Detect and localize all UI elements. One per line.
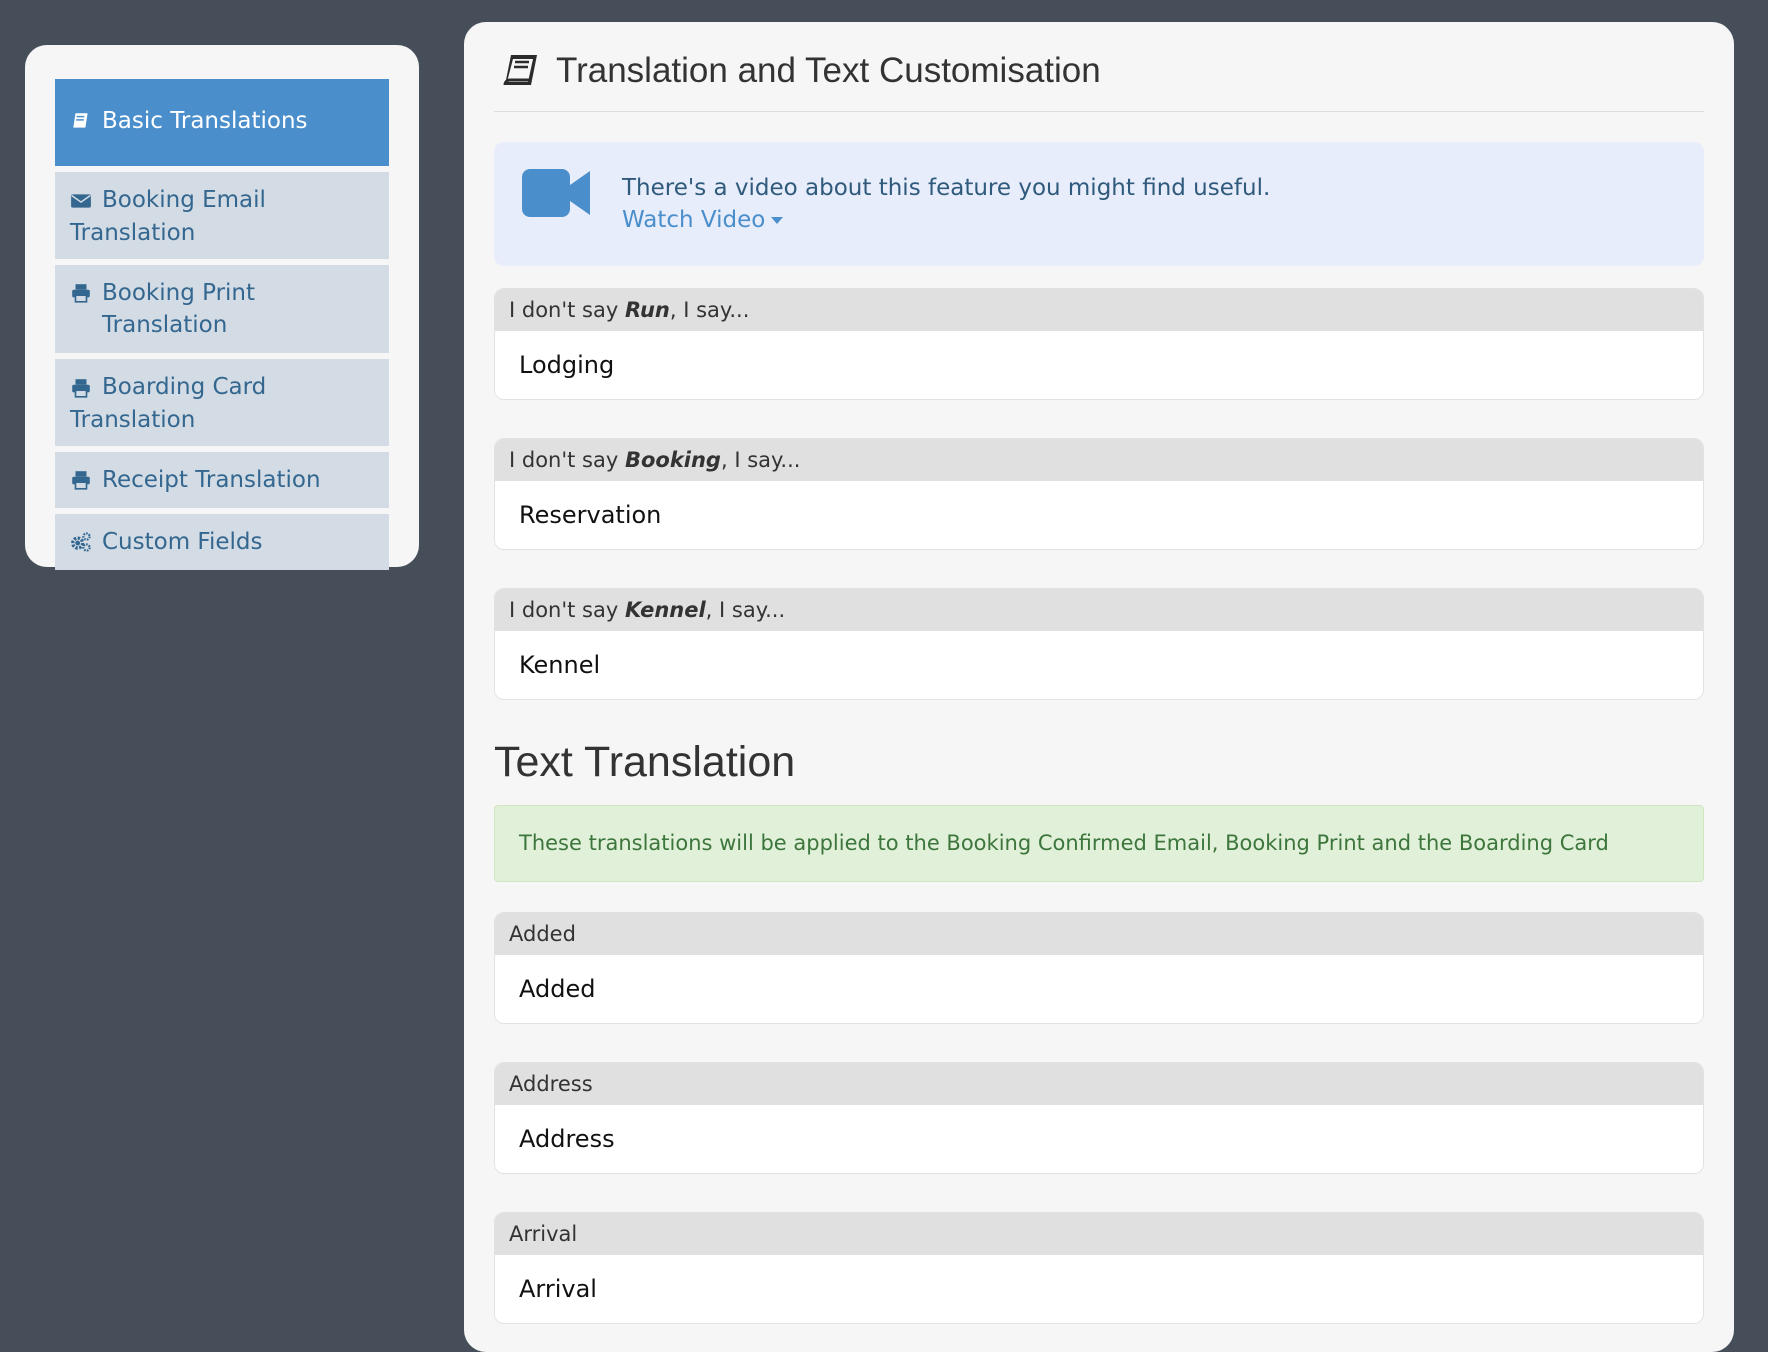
info-notice: These translations will be applied to th… — [494, 805, 1704, 882]
run-translation-input[interactable] — [495, 331, 1703, 399]
address-input[interactable] — [495, 1105, 1703, 1173]
watch-video-link[interactable]: Watch Video — [622, 204, 784, 236]
sidebar-item-booking-print[interactable]: Booking Print Translation — [55, 265, 389, 353]
section-title: Text Translation — [494, 738, 796, 786]
sidebar-item-booking-email[interactable]: Booking Email Translation — [55, 172, 389, 259]
sidebar-item-label: Basic Translations — [102, 107, 308, 134]
text-field-arrival: Arrival — [494, 1212, 1704, 1324]
video-camera-icon — [522, 169, 590, 217]
book-icon — [70, 105, 102, 137]
sidebar-item-basic-translations[interactable]: Basic Translations — [55, 79, 389, 166]
page-header: Translation and Text Customisation — [494, 22, 1704, 112]
book-icon — [503, 54, 537, 85]
field-label: I don't say Kennel, I say... — [495, 589, 1703, 631]
kennel-translation-input[interactable] — [495, 631, 1703, 699]
arrival-input[interactable] — [495, 1255, 1703, 1323]
booking-translation-input[interactable] — [495, 481, 1703, 549]
envelope-icon — [70, 185, 102, 217]
caret-down-icon — [771, 216, 784, 224]
sidebar-item-receipt[interactable]: Receipt Translation — [55, 452, 389, 508]
field-label: Address — [495, 1063, 1703, 1105]
cogs-icon — [70, 526, 102, 558]
main-panel: Translation and Text Customisation There… — [464, 22, 1734, 1352]
text-field-added: Added — [494, 912, 1704, 1024]
sidebar-item-custom-fields[interactable]: Custom Fields — [55, 514, 389, 570]
added-input[interactable] — [495, 955, 1703, 1023]
field-label: Added — [495, 913, 1703, 955]
sidebar: Basic Translations Booking Email Transla… — [25, 45, 419, 570]
page-title: Translation and Text Customisation — [556, 50, 1101, 90]
video-message: There's a video about this feature you m… — [622, 175, 1271, 201]
print-icon — [70, 372, 102, 404]
translation-field-booking: I don't say Booking, I say... — [494, 438, 1704, 550]
print-icon — [70, 277, 102, 309]
sidebar-item-boarding-card[interactable]: Boarding Card Translation — [55, 359, 389, 446]
video-alert: There's a video about this feature you m… — [494, 142, 1704, 266]
sidebar-item-label: Booking Print Translation — [102, 280, 256, 338]
text-field-address: Address — [494, 1062, 1704, 1174]
field-label: Arrival — [495, 1213, 1703, 1255]
translation-field-kennel: I don't say Kennel, I say... — [494, 588, 1704, 700]
sidebar-item-label: Custom Fields — [102, 529, 263, 555]
field-label: I don't say Run, I say... — [495, 289, 1703, 331]
sidebar-item-label: Receipt Translation — [102, 467, 321, 493]
translation-field-run: I don't say Run, I say... — [494, 288, 1704, 400]
field-label: I don't say Booking, I say... — [495, 439, 1703, 481]
watch-video-label: Watch Video — [622, 207, 766, 233]
print-icon — [70, 464, 102, 496]
